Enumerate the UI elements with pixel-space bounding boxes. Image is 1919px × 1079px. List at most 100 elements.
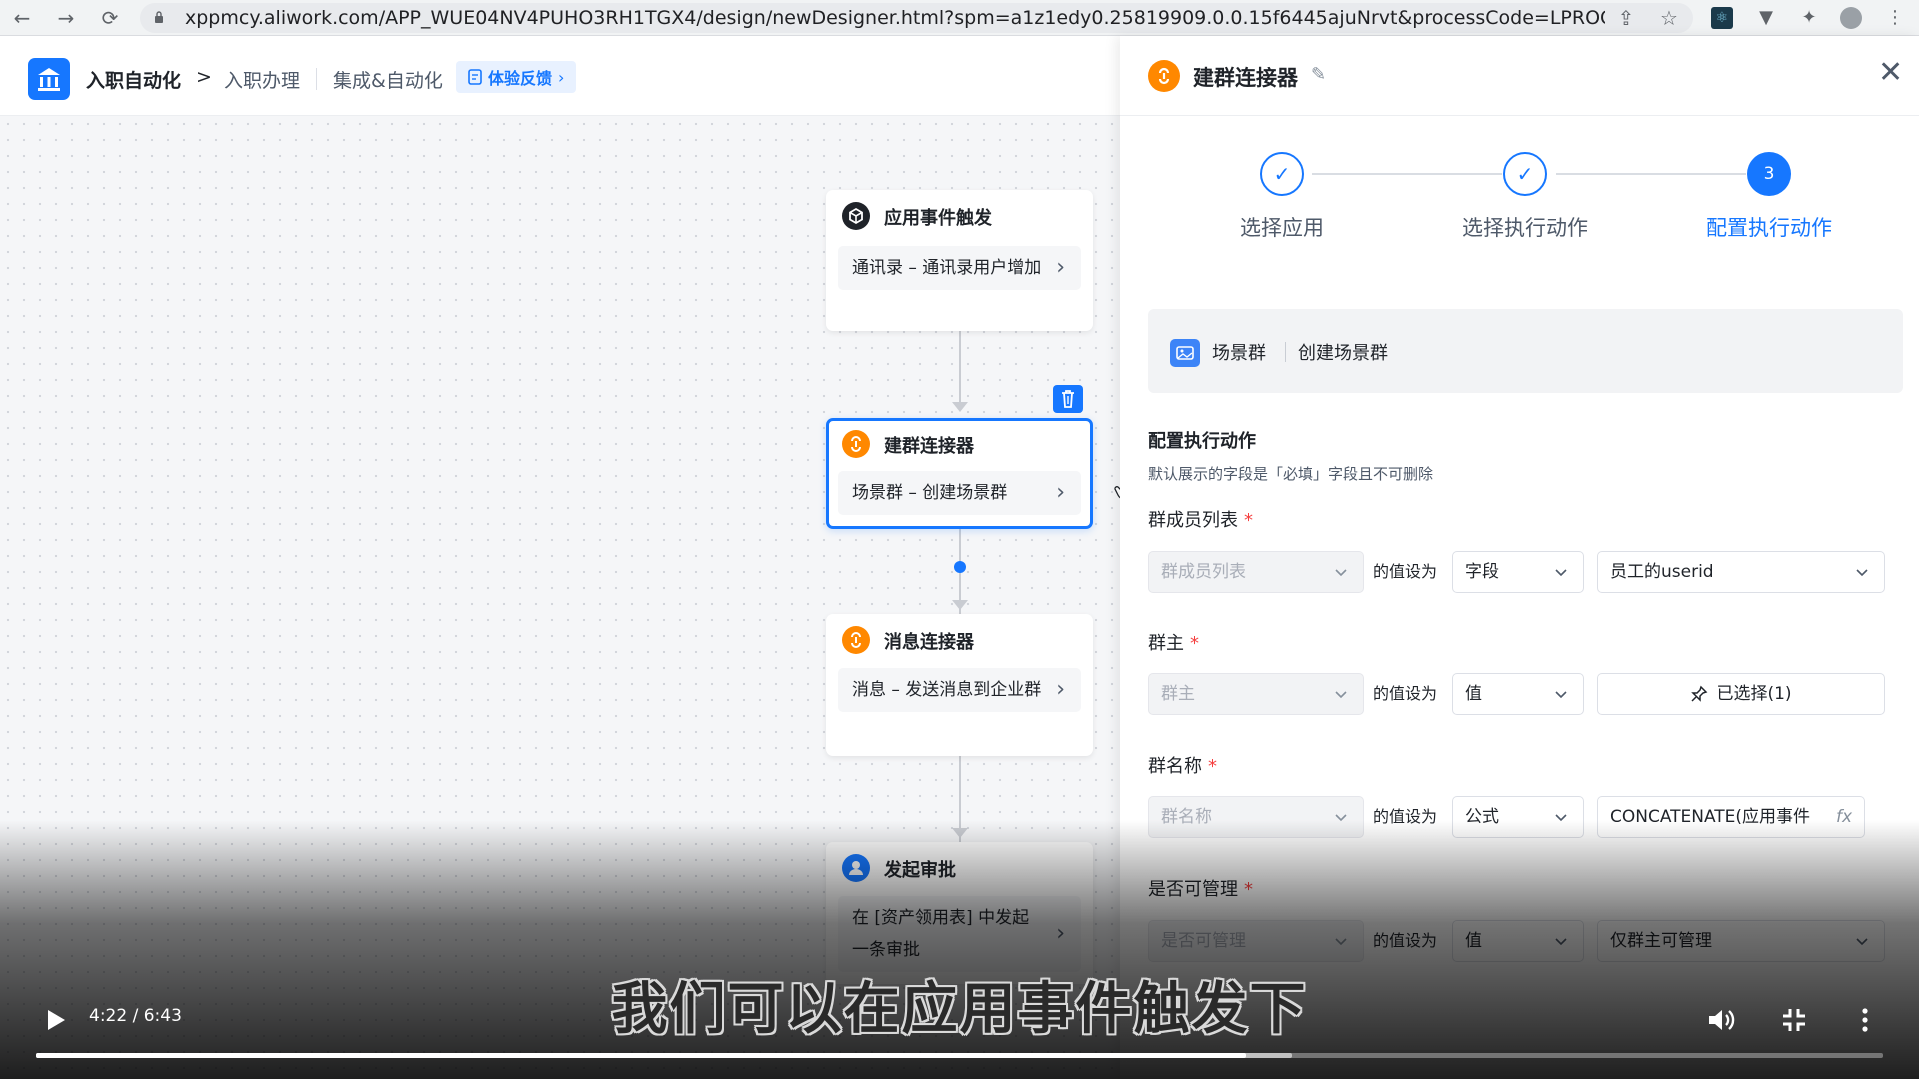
video-progress-fill xyxy=(36,1053,1246,1058)
step-label[interactable]: 选择应用 xyxy=(1182,212,1382,242)
step-label-current[interactable]: 配置执行动作 xyxy=(1669,212,1869,242)
share-icon[interactable]: ⇪ xyxy=(1615,7,1637,29)
node-body[interactable]: 消息 – 发送消息到企业群 › xyxy=(838,668,1081,712)
node-body-text: 消息 – 发送消息到企业群 xyxy=(852,680,1042,700)
owner-mode-select[interactable]: 值 xyxy=(1452,673,1584,715)
connector-icon xyxy=(842,626,870,654)
video-subtitle: 我们可以在应用事件触发下 xyxy=(611,977,1308,1042)
profile-avatar-icon[interactable] xyxy=(1840,7,1862,29)
vue-extension-icon[interactable]: ▼ xyxy=(1754,6,1778,30)
close-icon[interactable]: ✕ xyxy=(1878,58,1903,88)
back-icon[interactable]: ← xyxy=(10,6,34,30)
selected-app-name: 场景群 xyxy=(1212,343,1266,364)
chevron-down-icon xyxy=(1555,691,1567,699)
formula-fx-icon[interactable]: fx xyxy=(1836,797,1852,837)
panel-header: 建群连接器 ✎ ✕ xyxy=(1120,36,1919,116)
members-field-select: 群成员列表 xyxy=(1148,551,1364,593)
exit-fullscreen-icon[interactable] xyxy=(1777,1003,1811,1037)
step-done-check-icon[interactable]: ✓ xyxy=(1260,152,1304,196)
field-label-members: 群成员列表 * xyxy=(1148,510,1253,531)
browser-menu-icon[interactable]: ⋮ xyxy=(1883,6,1907,30)
connector-icon xyxy=(842,430,870,458)
tab-integration[interactable]: 集成&自动化 xyxy=(333,66,443,93)
edit-title-icon[interactable]: ✎ xyxy=(1311,64,1326,85)
manageable-mode-select[interactable]: 值 xyxy=(1452,920,1584,962)
video-progress-bar[interactable] xyxy=(36,1053,1883,1058)
flow-canvas[interactable]: 应用事件触发 通讯录 – 通讯录用户增加 › 建群连接器 场景群 – 创建场景群… xyxy=(0,116,1120,1079)
steps-indicator: ✓ ✓ 3 选择应用 选择执行动作 配置执行动作 xyxy=(1120,152,1919,272)
node-body-text: 在 [资产领用表] 中发起一条审批 xyxy=(852,908,1030,960)
app-header: 入职自动化 > 入职办理 集成&自动化 体验反馈 › xyxy=(0,36,1120,116)
connector-arrow xyxy=(952,828,968,838)
manageable-value-select[interactable]: 仅群主可管理 xyxy=(1597,920,1885,962)
step-connector xyxy=(1556,173,1746,175)
browser-toolbar: ← → ⟳ xppmcy.aliwork.com/APP_WUE04NV4PUH… xyxy=(0,0,1919,36)
set-to-label: 的值设为 xyxy=(1373,807,1438,826)
step-label[interactable]: 选择执行动作 xyxy=(1425,212,1625,242)
group-name-mode-select[interactable]: 公式 xyxy=(1452,796,1584,838)
react-devtools-icon[interactable]: ⚛ xyxy=(1711,7,1733,29)
node-title: 应用事件触发 xyxy=(884,208,992,229)
set-to-label: 的值设为 xyxy=(1373,931,1438,950)
chevron-down-icon xyxy=(1555,569,1567,577)
forward-icon[interactable]: → xyxy=(54,6,78,30)
feedback-doc-icon xyxy=(468,69,482,85)
connector-line xyxy=(959,331,961,403)
flow-node-group-connector[interactable]: 建群连接器 场景群 – 创建场景群 › xyxy=(826,418,1093,529)
volume-icon[interactable] xyxy=(1704,1003,1738,1037)
node-title: 建群连接器 xyxy=(884,436,974,457)
set-to-label: 的值设为 xyxy=(1373,684,1438,703)
chevron-right-icon: › xyxy=(1056,921,1065,946)
reload-icon[interactable]: ⟳ xyxy=(98,6,122,30)
chevron-down-icon xyxy=(1555,814,1567,822)
header-divider xyxy=(316,68,317,90)
flow-node-trigger[interactable]: 应用事件触发 通讯录 – 通讯录用户增加 › xyxy=(826,190,1093,331)
step-done-check-icon[interactable]: ✓ xyxy=(1503,152,1547,196)
address-bar[interactable]: xppmcy.aliwork.com/APP_WUE04NV4PUHO3RH1T… xyxy=(140,3,1693,33)
chevron-down-icon xyxy=(1335,938,1347,946)
more-options-icon[interactable] xyxy=(1848,1003,1882,1037)
delete-node-button[interactable] xyxy=(1053,385,1083,413)
star-icon[interactable]: ☆ xyxy=(1658,7,1680,29)
node-title: 发起审批 xyxy=(884,860,956,881)
step-current[interactable]: 3 xyxy=(1747,152,1791,196)
chevron-right-icon: › xyxy=(1056,677,1065,702)
owner-select-button[interactable]: 已选择(1) xyxy=(1597,673,1885,715)
flow-node-message-connector[interactable]: 消息连接器 消息 – 发送消息到企业群 › xyxy=(826,614,1093,756)
group-name-formula-input[interactable]: CONCATENATE(应用事件 fx xyxy=(1597,796,1865,838)
node-body[interactable]: 在 [资产领用表] 中发起一条审批 › xyxy=(838,896,1081,972)
url-text: xppmcy.aliwork.com/APP_WUE04NV4PUHO3RH1T… xyxy=(185,7,1605,29)
feedback-label: 体验反馈 xyxy=(488,69,553,88)
feedback-button[interactable]: 体验反馈 › xyxy=(456,61,577,93)
members-value-select[interactable]: 员工的userid xyxy=(1597,551,1885,593)
chevron-down-icon xyxy=(1335,569,1347,577)
set-to-label: 的值设为 xyxy=(1373,562,1438,581)
add-node-dot[interactable] xyxy=(954,561,966,573)
divider xyxy=(1285,342,1286,362)
section-subtitle: 默认展示的字段是「必填」字段且不可删除 xyxy=(1148,465,1434,483)
play-icon[interactable] xyxy=(38,1003,72,1037)
pin-icon xyxy=(1691,685,1708,702)
selected-action-name: 创建场景群 xyxy=(1298,343,1388,364)
connector-icon xyxy=(1148,60,1180,92)
puzzle-extensions-icon[interactable]: ✦ xyxy=(1797,6,1821,30)
app-logo-icon[interactable] xyxy=(28,58,70,100)
app-name[interactable]: 入职自动化 xyxy=(86,66,181,93)
connector-arrow xyxy=(952,600,968,610)
node-body[interactable]: 通讯录 – 通讯录用户增加 › xyxy=(838,246,1081,290)
panel-title: 建群连接器 xyxy=(1193,66,1298,90)
node-title: 消息连接器 xyxy=(884,632,974,653)
chevron-right-icon: › xyxy=(1056,255,1065,280)
node-body[interactable]: 场景群 – 创建场景群 › xyxy=(838,471,1081,515)
chevron-down-icon xyxy=(1335,691,1347,699)
user-icon xyxy=(842,854,870,882)
owner-field-select: 群主 xyxy=(1148,673,1364,715)
config-panel: 建群连接器 ✎ ✕ ✓ ✓ 3 选择应用 选择执行动作 配置执行动作 场景群 创… xyxy=(1120,36,1919,1079)
manageable-field-select: 是否可管理 xyxy=(1148,920,1364,962)
cube-icon xyxy=(842,202,870,230)
node-body-text: 通讯录 – 通讯录用户增加 xyxy=(852,258,1042,278)
flow-node-approval[interactable]: 发起审批 在 [资产领用表] 中发起一条审批 › xyxy=(826,842,1093,984)
video-time: 4:22 / 6:43 xyxy=(89,1006,182,1026)
breadcrumb-form[interactable]: 入职办理 xyxy=(224,66,300,93)
members-mode-select[interactable]: 字段 xyxy=(1452,551,1584,593)
